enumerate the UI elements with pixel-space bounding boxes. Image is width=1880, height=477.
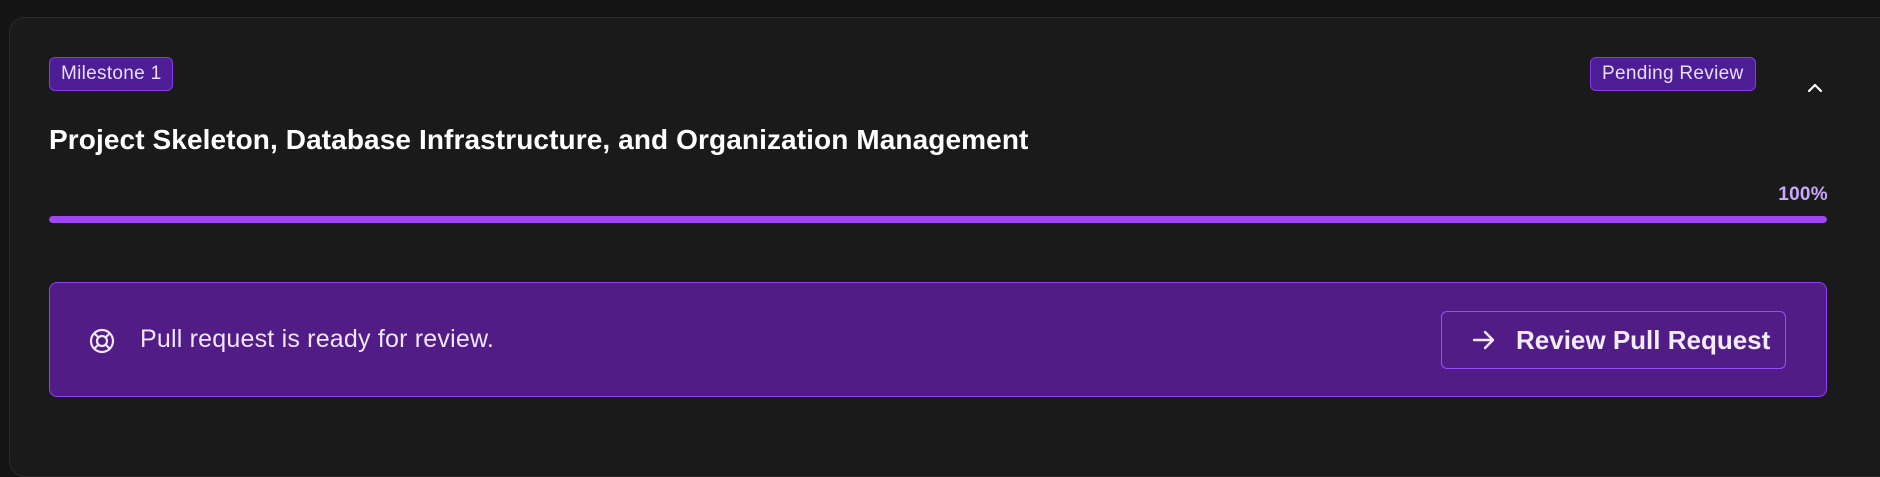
arrow-right-icon bbox=[1472, 330, 1495, 350]
progress-fill bbox=[49, 216, 1827, 223]
progress-percent: 100% bbox=[1778, 184, 1828, 205]
collapse-button[interactable] bbox=[1798, 71, 1832, 105]
progress-bar bbox=[49, 216, 1827, 223]
milestone-badge: Milestone 1 bbox=[49, 57, 174, 91]
chevron-up-icon bbox=[1807, 83, 1823, 93]
lifebuoy-icon bbox=[89, 328, 115, 354]
review-pull-request-label: Review Pull Request bbox=[1516, 324, 1771, 355]
review-pull-request-button[interactable]: Review Pull Request bbox=[1441, 311, 1786, 369]
pull-request-notice: Pull request is ready for review. Review… bbox=[49, 282, 1827, 397]
milestone-title: Project Skeleton, Database Infrastructur… bbox=[49, 124, 1029, 155]
milestone-card: Milestone 1 Pending Review Project Skele… bbox=[9, 17, 1880, 477]
notice-text: Pull request is ready for review. bbox=[140, 325, 494, 353]
status-badge: Pending Review bbox=[1590, 57, 1756, 91]
